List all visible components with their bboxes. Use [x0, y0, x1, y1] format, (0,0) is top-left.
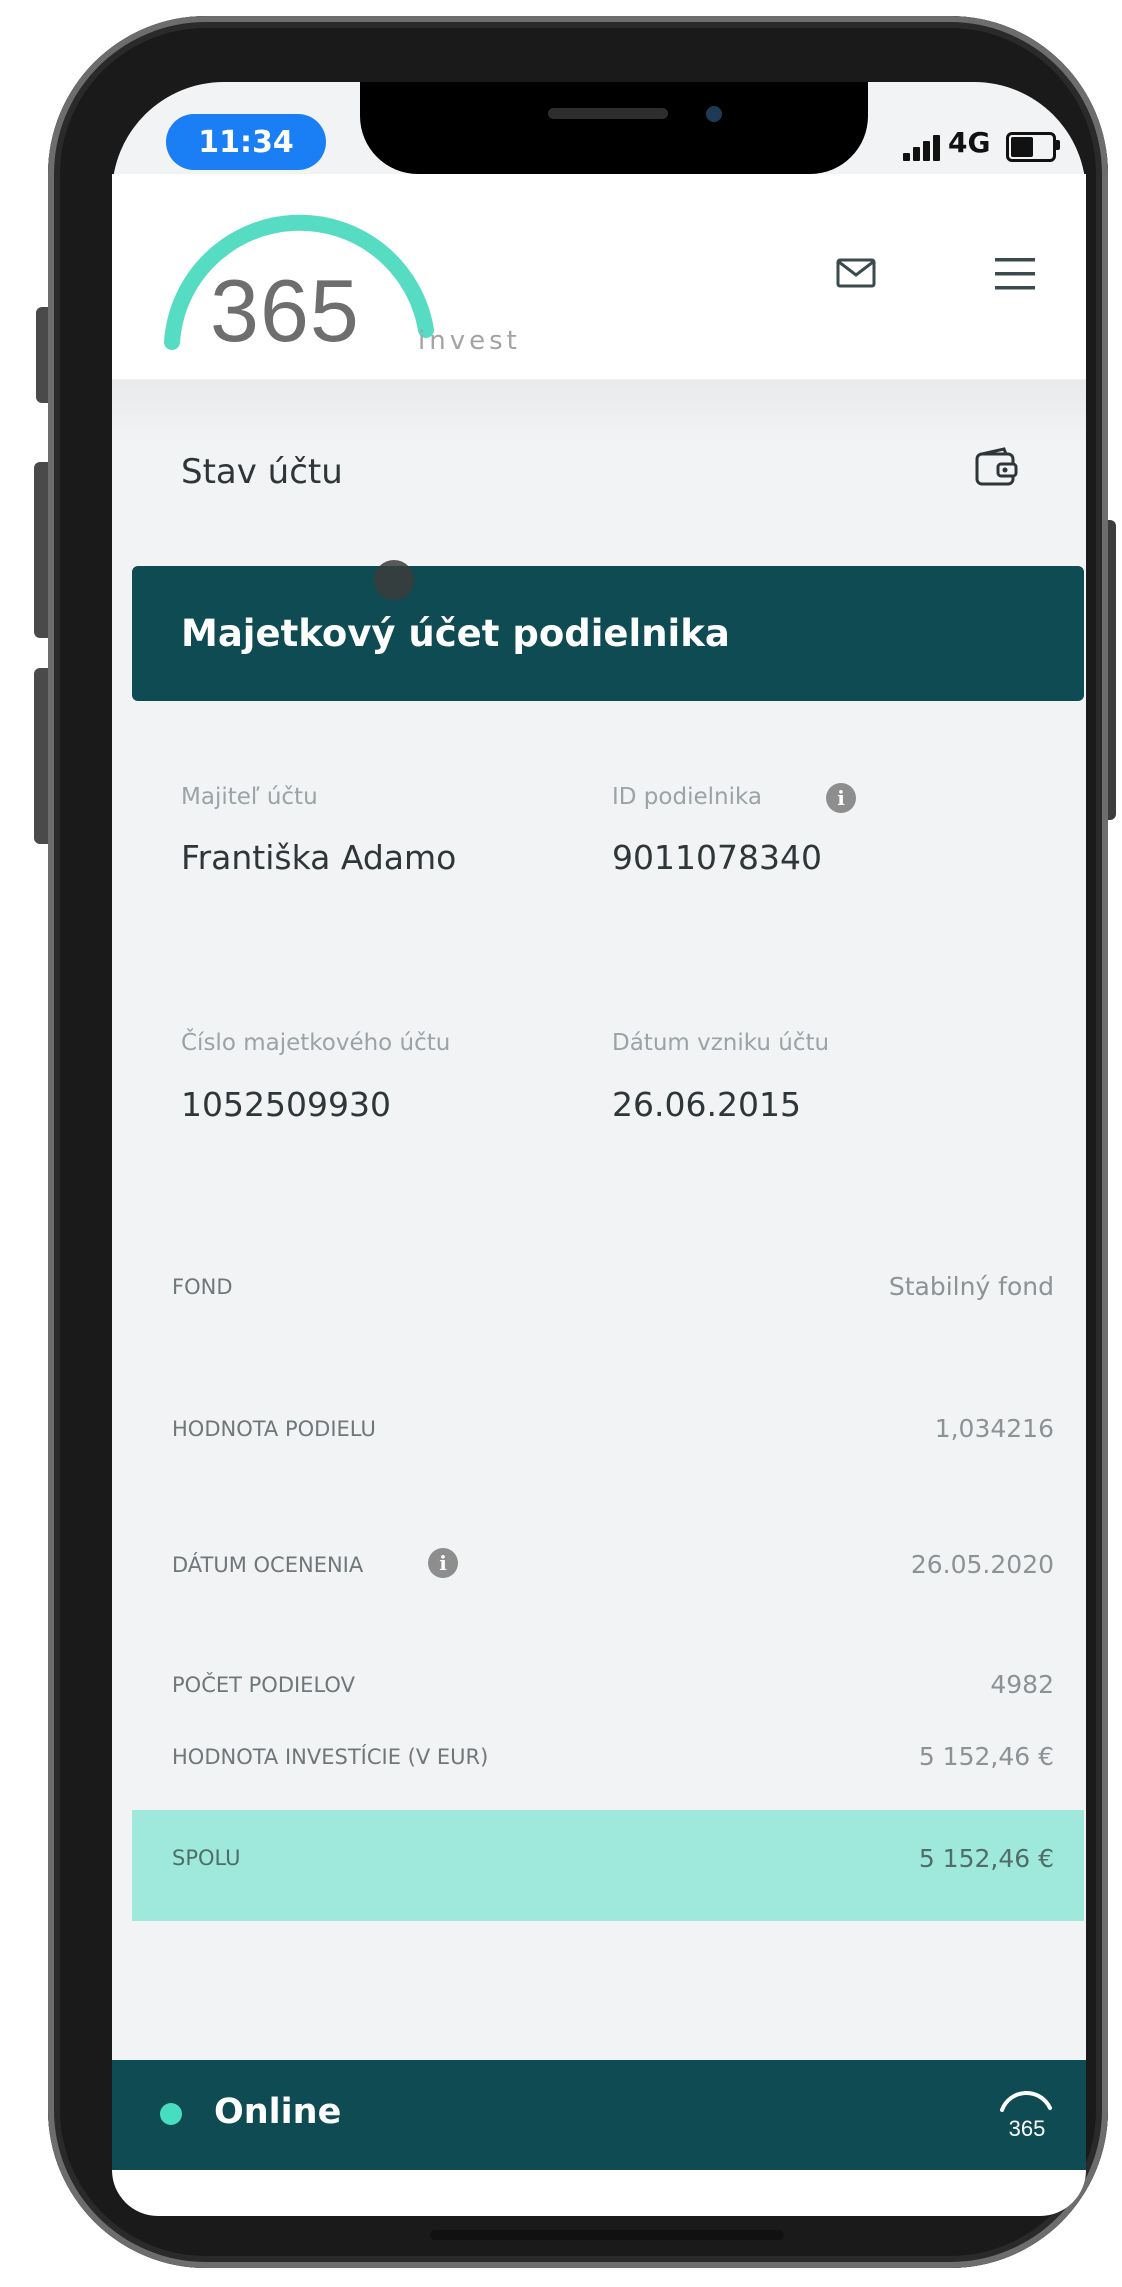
share-value-value: 1,034216 [934, 1414, 1054, 1443]
mini-logo-icon[interactable]: 365 [996, 2084, 1056, 2144]
logo-word: invest [418, 326, 521, 356]
share-count-label: POČET PODIELOV [172, 1673, 355, 1697]
info-icon[interactable]: i [428, 1548, 458, 1578]
valuation-date-label: DÁTUM OCENENIA [172, 1553, 364, 1577]
menu-icon[interactable] [995, 254, 1035, 294]
front-camera [706, 106, 722, 122]
total-label: SPOLU [172, 1846, 241, 1870]
valuation-date-value: 26.05.2020 [910, 1550, 1054, 1579]
fund-value: Stabilný fond [888, 1272, 1054, 1301]
account-number-label: Číslo majetkového účtu [181, 1030, 451, 1056]
touch-indicator [374, 560, 414, 600]
share-value-label: HODNOTA PODIELU [172, 1417, 376, 1441]
signal-icon [903, 133, 943, 161]
home-indicator[interactable] [430, 2230, 784, 2240]
fund-label: FOND [172, 1275, 233, 1299]
account-number-value: 1052509930 [181, 1085, 391, 1124]
network-type: 4G [948, 126, 991, 159]
account-created-label: Dátum vzniku účtu [612, 1030, 830, 1056]
online-status-dot [160, 2103, 182, 2125]
mail-icon[interactable] [836, 258, 876, 288]
battery-level [1011, 137, 1033, 157]
battery-tip [1056, 140, 1060, 150]
online-status-label[interactable]: Online [214, 2092, 341, 2132]
owner-value: Františka Adamo [181, 838, 457, 877]
page-title: Stav účtu [181, 452, 343, 492]
total-value: 5 152,46 € [918, 1844, 1054, 1873]
shareholder-id-value: 9011078340 [612, 838, 822, 877]
mini-logo-text: 365 [1009, 2116, 1046, 2141]
speaker-grille [548, 108, 668, 119]
investment-value-label: HODNOTA INVESTÍCIE (V EUR) [172, 1745, 489, 1769]
home-indicator-area [112, 2170, 1086, 2216]
phone-notch [360, 82, 868, 174]
share-count-value: 4982 [990, 1670, 1054, 1699]
status-time: 11:34 [166, 114, 326, 170]
owner-label: Majiteľ účtu [181, 784, 318, 810]
account-created-value: 26.06.2015 [612, 1085, 801, 1124]
wallet-icon[interactable] [974, 446, 1018, 490]
investment-value-value: 5 152,46 € [918, 1742, 1054, 1771]
info-icon[interactable]: i [826, 783, 856, 813]
shareholder-id-label: ID podielnika [612, 784, 762, 810]
account-card-title: Majetkový účet podielnika [181, 612, 730, 655]
logo-number[interactable]: 365 [210, 260, 360, 362]
